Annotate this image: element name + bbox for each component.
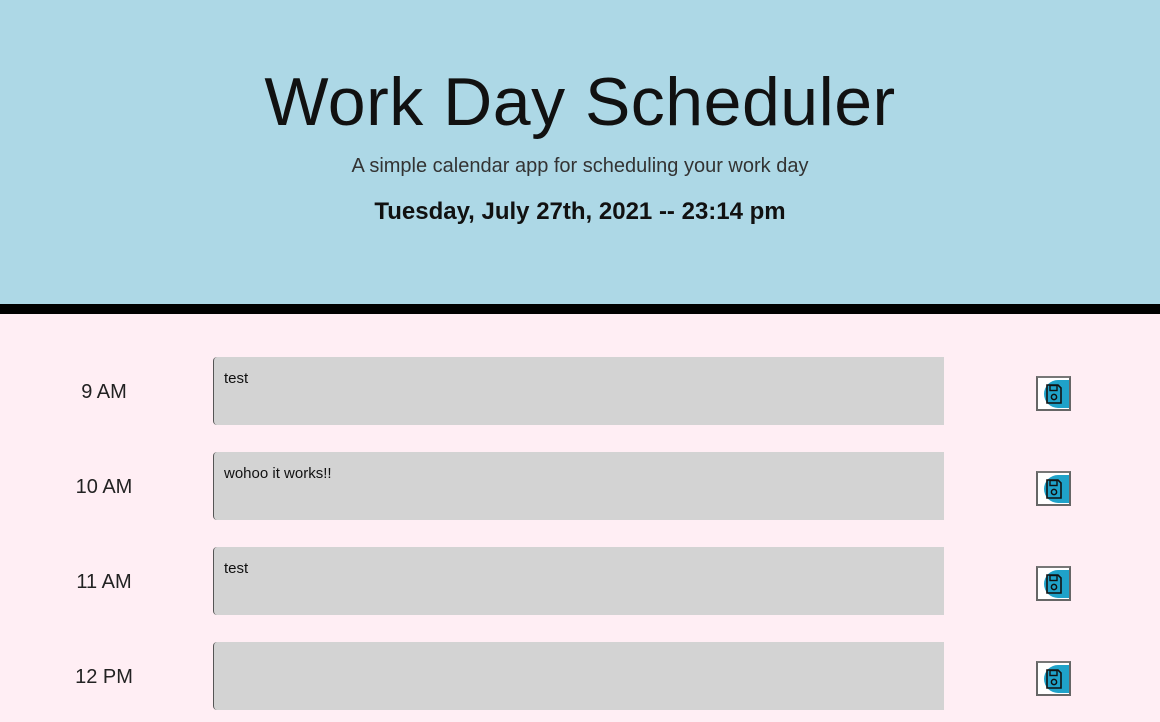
save-button[interactable] — [1036, 661, 1071, 696]
header-divider — [0, 304, 1160, 314]
current-date-time: Tuesday, July 27th, 2021 -- 23:14 pm — [374, 198, 786, 225]
floppy-disk-icon — [1046, 669, 1062, 689]
time-block: 10 AM wohoo it works!! — [0, 452, 1160, 520]
time-block: 9 AM test — [0, 357, 1160, 425]
floppy-disk-icon — [1046, 479, 1062, 499]
time-block: 12 PM — [0, 642, 1160, 710]
time-block: 11 AM test — [0, 547, 1160, 615]
hour-label: 9 AM — [81, 381, 127, 403]
event-description-input[interactable]: test — [213, 547, 944, 615]
event-description-input[interactable]: wohoo it works!! — [213, 452, 944, 520]
save-button[interactable] — [1036, 376, 1071, 411]
hour-label: 10 AM — [75, 476, 133, 498]
save-button[interactable] — [1036, 566, 1071, 601]
event-description-input[interactable]: test — [213, 357, 944, 425]
page-subtitle: A simple calendar app for scheduling you… — [351, 155, 809, 177]
floppy-disk-icon — [1046, 574, 1062, 594]
page-title: Work Day Scheduler — [264, 64, 896, 140]
header: Work Day Scheduler A simple calendar app… — [0, 0, 1160, 304]
floppy-disk-icon — [1046, 384, 1062, 404]
save-button[interactable] — [1036, 471, 1071, 506]
event-description-input[interactable] — [213, 642, 944, 710]
hour-label: 12 PM — [75, 666, 133, 688]
time-block-list: 9 AM test 10 AM wohoo it works!! 11 AM t… — [0, 314, 1160, 722]
hour-label: 11 AM — [76, 571, 132, 593]
